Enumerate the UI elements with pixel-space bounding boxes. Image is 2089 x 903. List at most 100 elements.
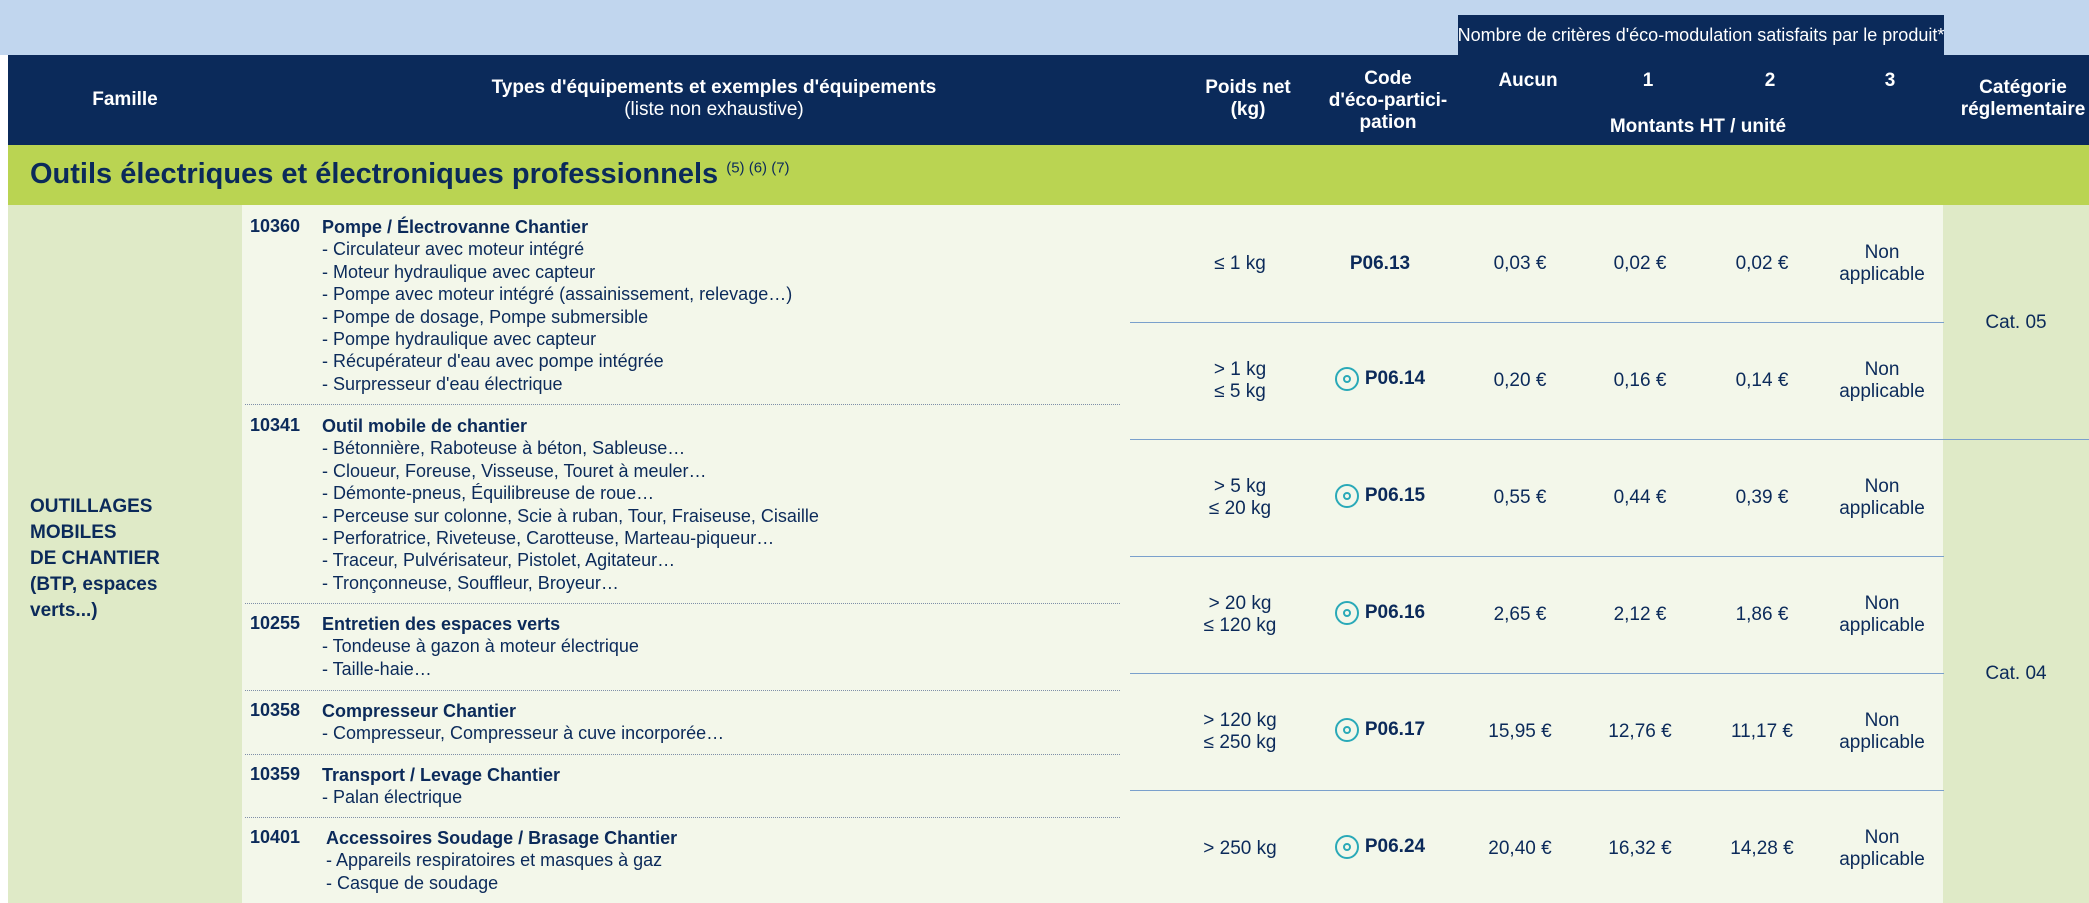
amount-crit-3-line: applicable (1839, 381, 1925, 402)
weight-line: > 20 kg (1208, 593, 1272, 614)
item-title: Outil mobile de chantier (322, 416, 528, 436)
eco-target-icon (1334, 601, 1359, 625)
header-poids-line1: Poids net (1205, 77, 1291, 98)
item-line: - Pompe hydraulique avec capteur (322, 329, 597, 350)
amount-crit-3-line: Non (1864, 359, 1900, 380)
item-divider (245, 754, 1120, 755)
eco-code-text: P06.14 (1364, 368, 1426, 389)
row-divider (1130, 322, 1944, 323)
item-block: Accessoires Soudage / Brasage Chantier -… (326, 827, 677, 894)
item-line: - Surpresseur d'eau électrique (322, 373, 563, 394)
weight-line: ≤ 250 kg (1203, 732, 1277, 753)
category-label: Cat. 04 (1985, 663, 2047, 684)
item-line: - Traceur, Pulvérisateur, Pistolet, Agit… (322, 550, 676, 571)
section-footnote-refs: (5) (6) (7) (726, 159, 790, 177)
amount-crit-1: 2,12 € (1613, 604, 1667, 625)
amount-crit-3-line: Non (1864, 827, 1900, 848)
amount-crit-1: 0,44 € (1613, 487, 1667, 508)
item-code: 10255 (250, 613, 301, 633)
eco-code-text: P06.17 (1364, 719, 1426, 740)
item-line: - Perceuse sur colonne, Scie à ruban, To… (322, 505, 819, 526)
header-aucun: Aucun (1498, 70, 1558, 91)
row-divider (1130, 673, 1944, 674)
header-famille: Famille (92, 89, 158, 110)
amount-crit-3-line: applicable (1839, 732, 1925, 753)
item-line: - Cloueur, Foreuse, Visseuse, Touret à m… (322, 460, 707, 481)
item-code: 10359 (250, 764, 301, 784)
amount-crit-1: 16,32 € (1608, 838, 1672, 859)
amount-crit-3: Non applicable (1822, 476, 1942, 520)
header-code-line2: d'éco-partici- (1328, 90, 1448, 111)
amount-crit-3: Non applicable (1822, 242, 1942, 286)
item-code: 10360 (250, 216, 301, 236)
item-divider (245, 690, 1120, 691)
family-line: DE CHANTIER (30, 548, 160, 569)
item-title: Entretien des espaces verts (322, 614, 561, 634)
item-divider (245, 404, 1120, 405)
criteria-banner: Nombre de critères d'éco-modulation sati… (1458, 15, 1944, 55)
amount-crit-3: Non applicable (1822, 827, 1942, 871)
weight-line: > 120 kg (1203, 710, 1277, 731)
item-line: - Tondeuse à gazon à moteur électrique (322, 636, 639, 657)
amount-aucun: 15,95 € (1488, 721, 1552, 742)
item-title: Pompe / Électrovanne Chantier (322, 217, 589, 237)
amount-crit-2: 0,02 € (1735, 253, 1789, 274)
family-line: OUTILLAGES (30, 496, 153, 517)
header-crit-2: 2 (1764, 70, 1776, 91)
item-line: - Récupérateur d'eau avec pompe intégrée (322, 351, 664, 372)
eco-code-text: P06.15 (1364, 485, 1426, 506)
weight-line: ≤ 120 kg (1203, 615, 1277, 636)
item-divider (245, 817, 1120, 818)
header-types-subtitle: (liste non exhaustive) (624, 99, 804, 120)
item-line: - Démonte-pneus, Équilibreuse de roue… (322, 483, 655, 504)
amount-crit-3-line: Non (1864, 710, 1900, 731)
eco-code: P06.24 (1305, 835, 1455, 859)
item-divider (245, 603, 1120, 604)
item-block: Pompe / Électrovanne Chantier - Circulat… (322, 216, 792, 395)
row-divider (1130, 790, 1944, 791)
item-title: Transport / Levage Chantier (322, 765, 561, 785)
header-categorie: Catégorie réglementaire (1943, 77, 2089, 121)
amount-crit-3: Non applicable (1822, 710, 1942, 754)
amount-crit-3-line: applicable (1839, 498, 1925, 519)
amount-crit-2: 0,39 € (1735, 487, 1789, 508)
item-line: - Casque de soudage (326, 872, 499, 893)
amount-crit-3-line: applicable (1839, 264, 1925, 285)
family-line: MOBILES (30, 522, 117, 543)
family-label: OUTILLAGES MOBILES DE CHANTIER (BTP, esp… (30, 494, 230, 624)
item-block: Entretien des espaces verts - Tondeuse à… (322, 613, 639, 680)
header-code-line3: pation (1359, 112, 1417, 133)
eco-target-icon (1334, 484, 1359, 508)
amount-crit-3: Non applicable (1822, 359, 1942, 403)
header-types: Types d'équipements et exemples d'équipe… (308, 77, 1120, 121)
weight-range: > 20 kg ≤ 120 kg (1175, 593, 1305, 637)
row-divider (1130, 439, 1944, 440)
eco-code-text: P06.24 (1364, 836, 1426, 857)
header-code: Code d'éco-partici- pation (1318, 68, 1458, 134)
item-line: - Pompe avec moteur intégré (assainissem… (322, 284, 793, 305)
header-types-title: Types d'équipements et exemples d'équipe… (491, 77, 937, 98)
item-title: Accessoires Soudage / Brasage Chantier (326, 828, 678, 848)
eco-code: P06.14 (1305, 367, 1455, 391)
item-block: Transport / Levage Chantier - Palan élec… (322, 764, 560, 809)
item-line: - Circulateur avec moteur intégré (322, 239, 585, 260)
header-poids: Poids net (kg) (1183, 77, 1313, 121)
amount-aucun: 0,20 € (1493, 370, 1547, 391)
header-categorie-line2: réglementaire (1960, 99, 2086, 120)
amount-crit-1: 0,16 € (1613, 370, 1667, 391)
weight-line: > 1 kg (1213, 359, 1267, 380)
amount-crit-1: 12,76 € (1608, 721, 1672, 742)
amount-crit-3-line: Non (1864, 242, 1900, 263)
amount-crit-3-line: applicable (1839, 849, 1925, 870)
weight-line: ≤ 5 kg (1214, 381, 1266, 402)
item-line: - Taille-haie… (322, 658, 432, 679)
category-column (1943, 205, 2089, 903)
eco-code: P06.15 (1305, 484, 1455, 508)
item-line: - Pompe de dosage, Pompe submersible (322, 306, 649, 327)
family-line: (BTP, espaces (30, 574, 158, 595)
header-montants: Montants HT / unité (1609, 116, 1787, 137)
section-title-text: Outils électriques et électroniques prof… (30, 158, 719, 190)
weight-line: ≤ 1 kg (1214, 253, 1266, 274)
weight-line: > 250 kg (1203, 838, 1277, 859)
amount-aucun: 2,65 € (1493, 604, 1547, 625)
